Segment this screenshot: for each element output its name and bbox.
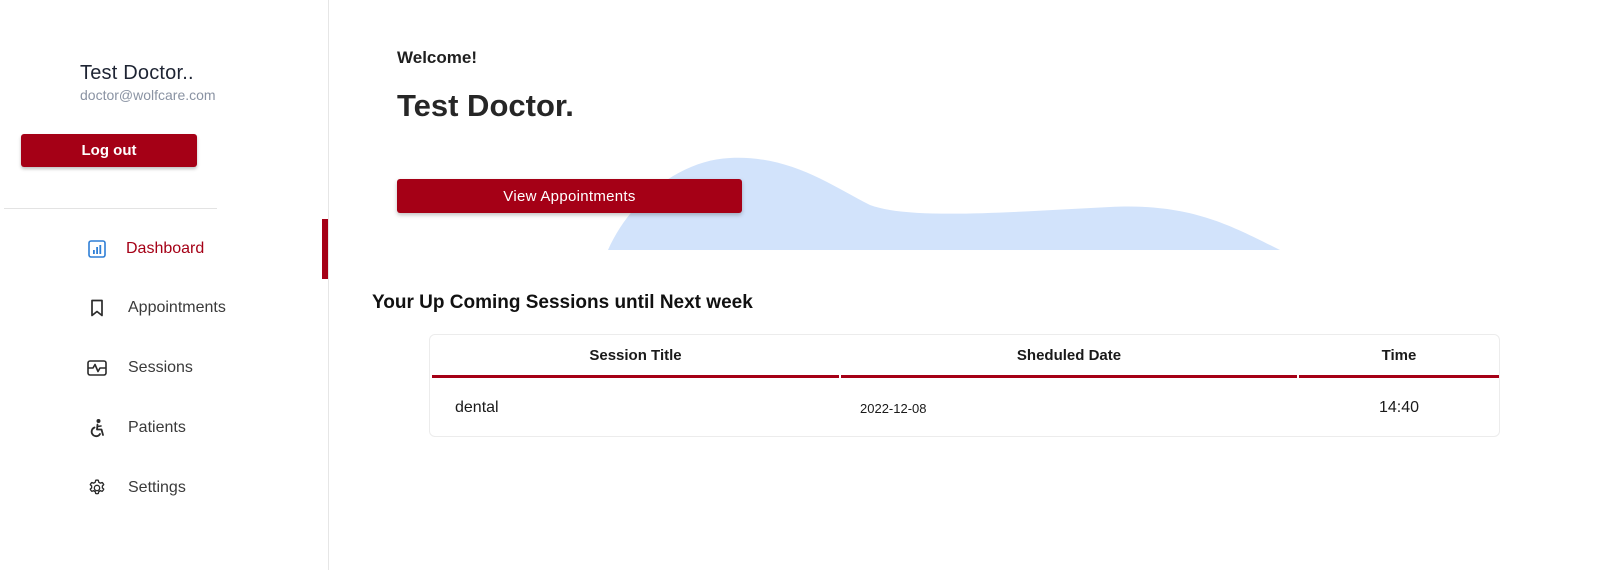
column-header: Sheduled Date xyxy=(841,335,1297,378)
sidebar: Test Doctor.. doctor@wolfcare.com Log ou… xyxy=(0,0,329,570)
session-title-cell: dental xyxy=(455,399,499,416)
welcome-text: Welcome! xyxy=(397,48,477,67)
sidebar-item-label: Patients xyxy=(128,419,186,436)
bar-chart-icon xyxy=(86,238,108,260)
sidebar-item-dashboard[interactable]: Dashboard xyxy=(0,220,328,278)
column-header: Session Title xyxy=(432,335,839,378)
logout-button[interactable]: Log out xyxy=(21,134,197,167)
user-email: doctor@wolfcare.com xyxy=(80,87,216,103)
user-name: Test Doctor.. xyxy=(80,62,194,84)
column-header: Time xyxy=(1299,335,1499,378)
sidebar-item-sessions[interactable]: Sessions xyxy=(0,339,328,397)
time-cell: 14:40 xyxy=(1378,399,1420,416)
sidebar-item-label: Appointments xyxy=(128,299,226,316)
activity-icon xyxy=(86,357,108,379)
view-appointments-button[interactable]: View Appointments xyxy=(397,179,742,213)
active-indicator xyxy=(322,219,328,279)
gear-icon xyxy=(86,477,108,499)
scheduled-date-cell: 2022-12-08 xyxy=(860,400,927,416)
sidebar-item-label: Dashboard xyxy=(126,240,205,257)
sidebar-item-appointments[interactable]: Appointments xyxy=(0,279,328,337)
sessions-heading: Your Up Coming Sessions until Next week xyxy=(372,292,753,313)
sidebar-item-label: Settings xyxy=(128,479,186,496)
sessions-table: Session Title Sheduled Date Time dental … xyxy=(429,334,1500,437)
sidebar-item-settings[interactable]: Settings xyxy=(0,459,328,517)
sidebar-divider xyxy=(4,208,217,209)
page-title: Test Doctor. xyxy=(397,88,574,123)
sidebar-item-label: Sessions xyxy=(128,359,193,376)
accessibility-icon xyxy=(86,417,108,439)
bookmark-icon xyxy=(86,297,108,319)
sidebar-item-patients[interactable]: Patients xyxy=(0,399,328,457)
